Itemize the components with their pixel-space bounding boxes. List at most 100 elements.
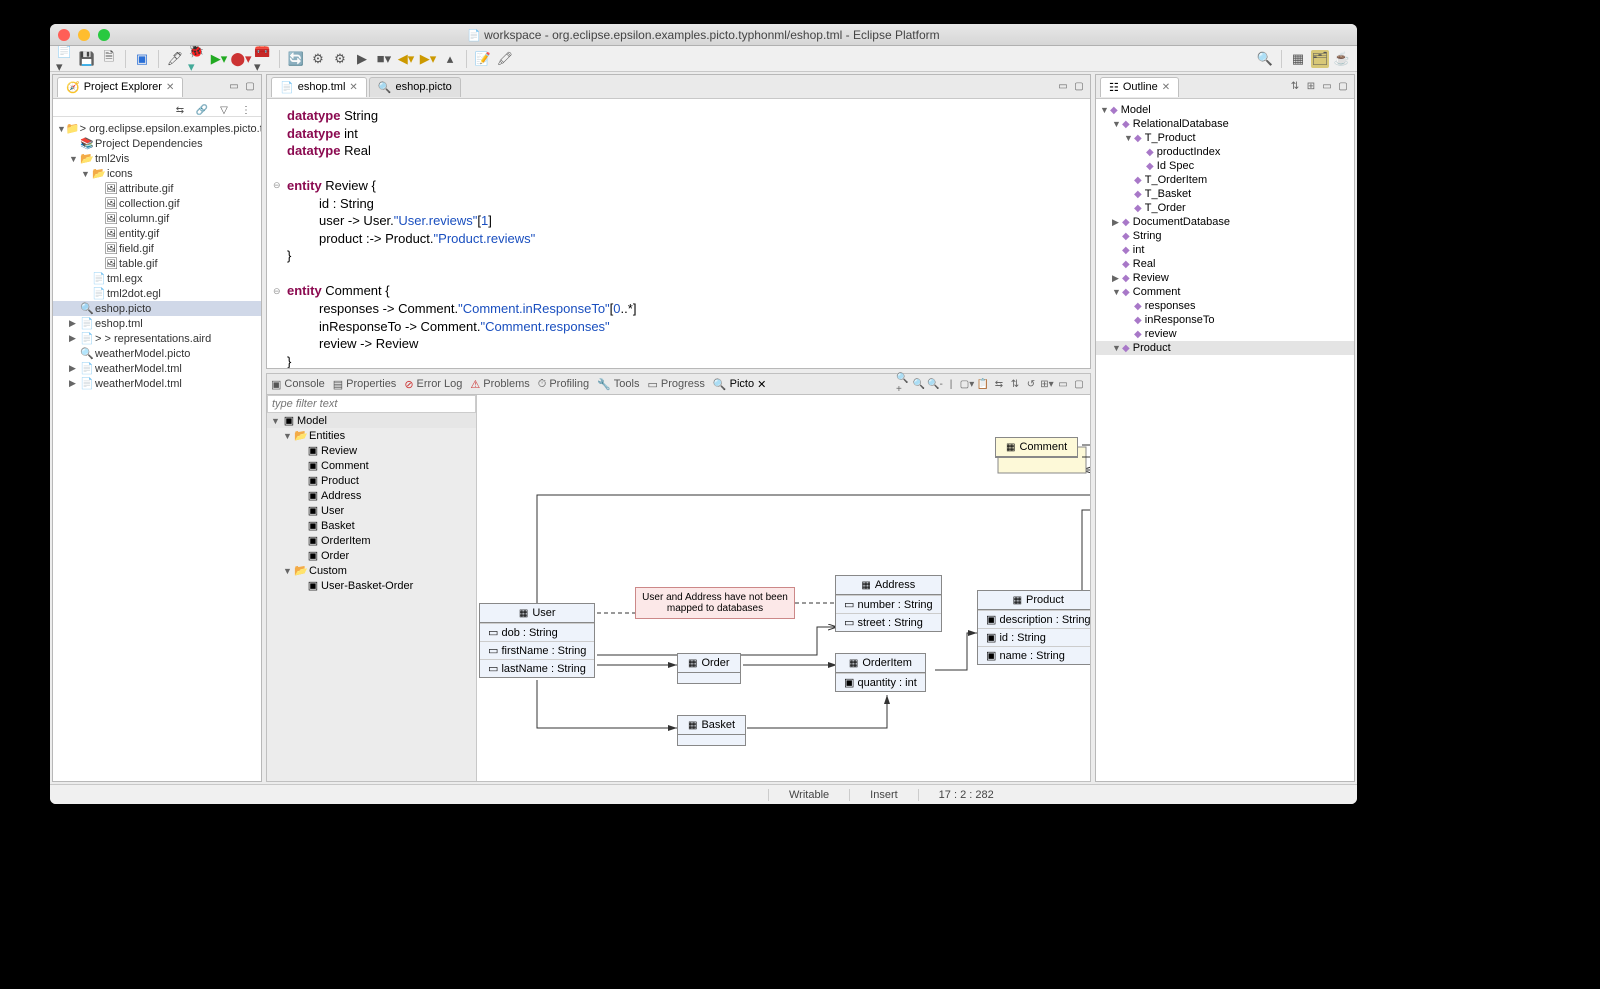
back-icon[interactable]: ◀▾ [397,50,415,68]
tree-file[interactable]: 📄tml.egx [53,271,261,286]
v4-icon[interactable]: ⊞▾ [1040,377,1054,391]
outline-item[interactable]: ◆ String [1096,229,1354,243]
tab-picto[interactable]: 🔍 Picto ✕ [713,378,766,391]
tree-repr[interactable]: ▶📄> > representations.aird [53,331,261,346]
picto-tree[interactable]: ▼▣Model ▼📂Entities ▣Review ▣Comment ▣Pro… [267,413,476,781]
close-icon[interactable]: ✕ [1162,82,1170,93]
picto-item[interactable]: ▣Order [267,548,476,563]
maximize-icon[interactable]: ▢ [1072,80,1086,94]
save-icon[interactable]: 💾 [78,50,96,68]
zoom-in-icon[interactable]: 🔍+ [896,377,910,391]
tree-file[interactable]: 🖼column.gif [53,211,261,226]
wand-icon[interactable]: 🖊 [166,50,184,68]
tree-file[interactable]: 🖼field.gif [53,241,261,256]
outline-item[interactable]: ▼◆ RelationalDatabase [1096,117,1354,131]
entity-product[interactable]: ▦Product ▣ description : String ▣ id : S… [977,590,1090,665]
v3-icon[interactable]: ↺ [1024,377,1038,391]
picto-item[interactable]: ▣Basket [267,518,476,533]
gear1-icon[interactable]: ⚙ [309,50,327,68]
outline-item[interactable]: ▼◆ Comment [1096,285,1354,299]
tree-project[interactable]: ▼📁> org.eclipse.epsilon.examples.picto.t… [53,121,261,136]
outline-item[interactable]: ◆ responses [1096,299,1354,313]
terminal-icon[interactable]: ▣ [133,50,151,68]
picto-item[interactable]: ▣Comment [267,458,476,473]
entity-orderitem[interactable]: ▦OrderItem ▣ quantity : int [835,653,926,692]
layout-icon[interactable]: ▢▾ [960,377,974,391]
java-perspective-icon[interactable]: ☕ [1333,50,1351,68]
tree-deps[interactable]: 📚Project Dependencies [53,136,261,151]
entity-order[interactable]: ▦Order [677,653,741,684]
tree-eshop-tml[interactable]: ▶📄eshop.tml [53,316,261,331]
maximize-icon[interactable]: ▢ [1336,80,1350,94]
resource-perspective-icon[interactable]: 🗂 [1311,50,1329,68]
tree-file[interactable]: ▶📄weatherModel.tml [53,361,261,376]
entity-address[interactable]: ▦Address ▭ number : String ▭ street : St… [835,575,942,632]
maximize-icon[interactable]: ▢ [243,80,257,94]
tree-file[interactable]: 🖼attribute.gif [53,181,261,196]
maximize-icon[interactable]: ▢ [1072,377,1086,391]
tab-progress[interactable]: ▭ Progress [647,378,704,391]
v2-icon[interactable]: ⇅ [1008,377,1022,391]
picto-item[interactable]: ▣User-Basket-Order [267,578,476,593]
new-icon[interactable]: 📄▾ [56,50,74,68]
fwd-icon[interactable]: ▶▾ [419,50,437,68]
ext-tool-icon[interactable]: 🧰▾ [254,50,272,68]
outline-tab[interactable]: ☷Outline✕ [1100,77,1179,97]
minimize-icon[interactable]: ▭ [1320,80,1334,94]
zoom-out-icon[interactable]: 🔍- [928,377,942,391]
picto-item[interactable]: ▣Review [267,443,476,458]
filter-input[interactable] [267,395,476,413]
zoom-reset-icon[interactable]: 🔍 [912,377,926,391]
minimize-icon[interactable]: ▭ [1056,377,1070,391]
tree-tml2vis[interactable]: ▼📂tml2vis [53,151,261,166]
copy-icon[interactable]: 📋 [976,377,990,391]
picto-item[interactable]: ▣Address [267,488,476,503]
picto-item[interactable]: ▣User [267,503,476,518]
fold-icon[interactable]: ⊖ [273,179,281,191]
zoom-window-icon[interactable] [98,29,110,41]
sort-icon[interactable]: ⇅ [1288,80,1302,94]
outline-item[interactable]: ▼◆ Product [1096,341,1354,355]
play-icon[interactable]: ▶ [353,50,371,68]
run-icon[interactable]: ▶▾ [210,50,228,68]
outline-item[interactable]: ◆ productIndex [1096,145,1354,159]
project-explorer-tab[interactable]: 🧭 Project Explorer ✕ [57,77,183,97]
refresh-icon[interactable]: 🔄 [287,50,305,68]
picto-model[interactable]: ▼▣Model [267,413,476,428]
diagram-canvas[interactable]: ▦Comment ▦Review ▭ id : String ▦User ▭ d… [477,395,1090,781]
tree-file[interactable]: 📄tml2dot.egl [53,286,261,301]
tab-tools[interactable]: 🔧 Tools [597,378,639,391]
save-all-icon[interactable]: 🗎 [100,50,118,68]
entity-user[interactable]: ▦User ▭ dob : String ▭ firstName : Strin… [479,603,595,678]
tree-file[interactable]: 🔍weatherModel.picto [53,346,261,361]
outline-item[interactable]: ▼◆ T_Product [1096,131,1354,145]
outline-item[interactable]: ◆ Real [1096,257,1354,271]
outline-item[interactable]: ◆ Id Spec [1096,159,1354,173]
outline-tree[interactable]: ▼◆ Model ▼◆ RelationalDatabase ▼◆ T_Prod… [1096,99,1354,781]
titlebar[interactable]: workspace - org.eclipse.epsilon.examples… [50,24,1357,46]
gear2-icon[interactable]: ⚙ [331,50,349,68]
picto-custom[interactable]: ▼📂Custom [267,563,476,578]
tab-errorlog[interactable]: ⊘ Error Log [404,378,462,391]
tab-eshop-tml[interactable]: 📄eshop.tml✕ [271,77,367,97]
picto-item[interactable]: ▣Product [267,473,476,488]
picto-entities[interactable]: ▼📂Entities [267,428,476,443]
fold-icon[interactable]: ⊖ [273,285,281,297]
close-window-icon[interactable] [58,29,70,41]
perspective-icon[interactable]: ▦ [1289,50,1307,68]
outline-item[interactable]: ◆ review [1096,327,1354,341]
close-icon[interactable]: ✕ [349,82,357,93]
picto-item[interactable]: ▣OrderItem [267,533,476,548]
outline-item[interactable]: ◆ T_OrderItem [1096,173,1354,187]
tree-eshop-picto[interactable]: 🔍eshop.picto [53,301,261,316]
ext-run-icon[interactable]: ⬤▾ [232,50,250,68]
entity-basket[interactable]: ▦Basket [677,715,746,746]
tab-eshop-picto[interactable]: 🔍eshop.picto [369,77,461,97]
outline-item[interactable]: ▶◆ Review [1096,271,1354,285]
tree-file[interactable]: ▶📄weatherModel.tml [53,376,261,391]
minimize-window-icon[interactable] [78,29,90,41]
tree-file[interactable]: 🖼collection.gif [53,196,261,211]
tab-console[interactable]: ▣ Console [271,378,325,391]
minimize-icon[interactable]: ▭ [227,80,241,94]
minimize-icon[interactable]: ▭ [1056,80,1070,94]
